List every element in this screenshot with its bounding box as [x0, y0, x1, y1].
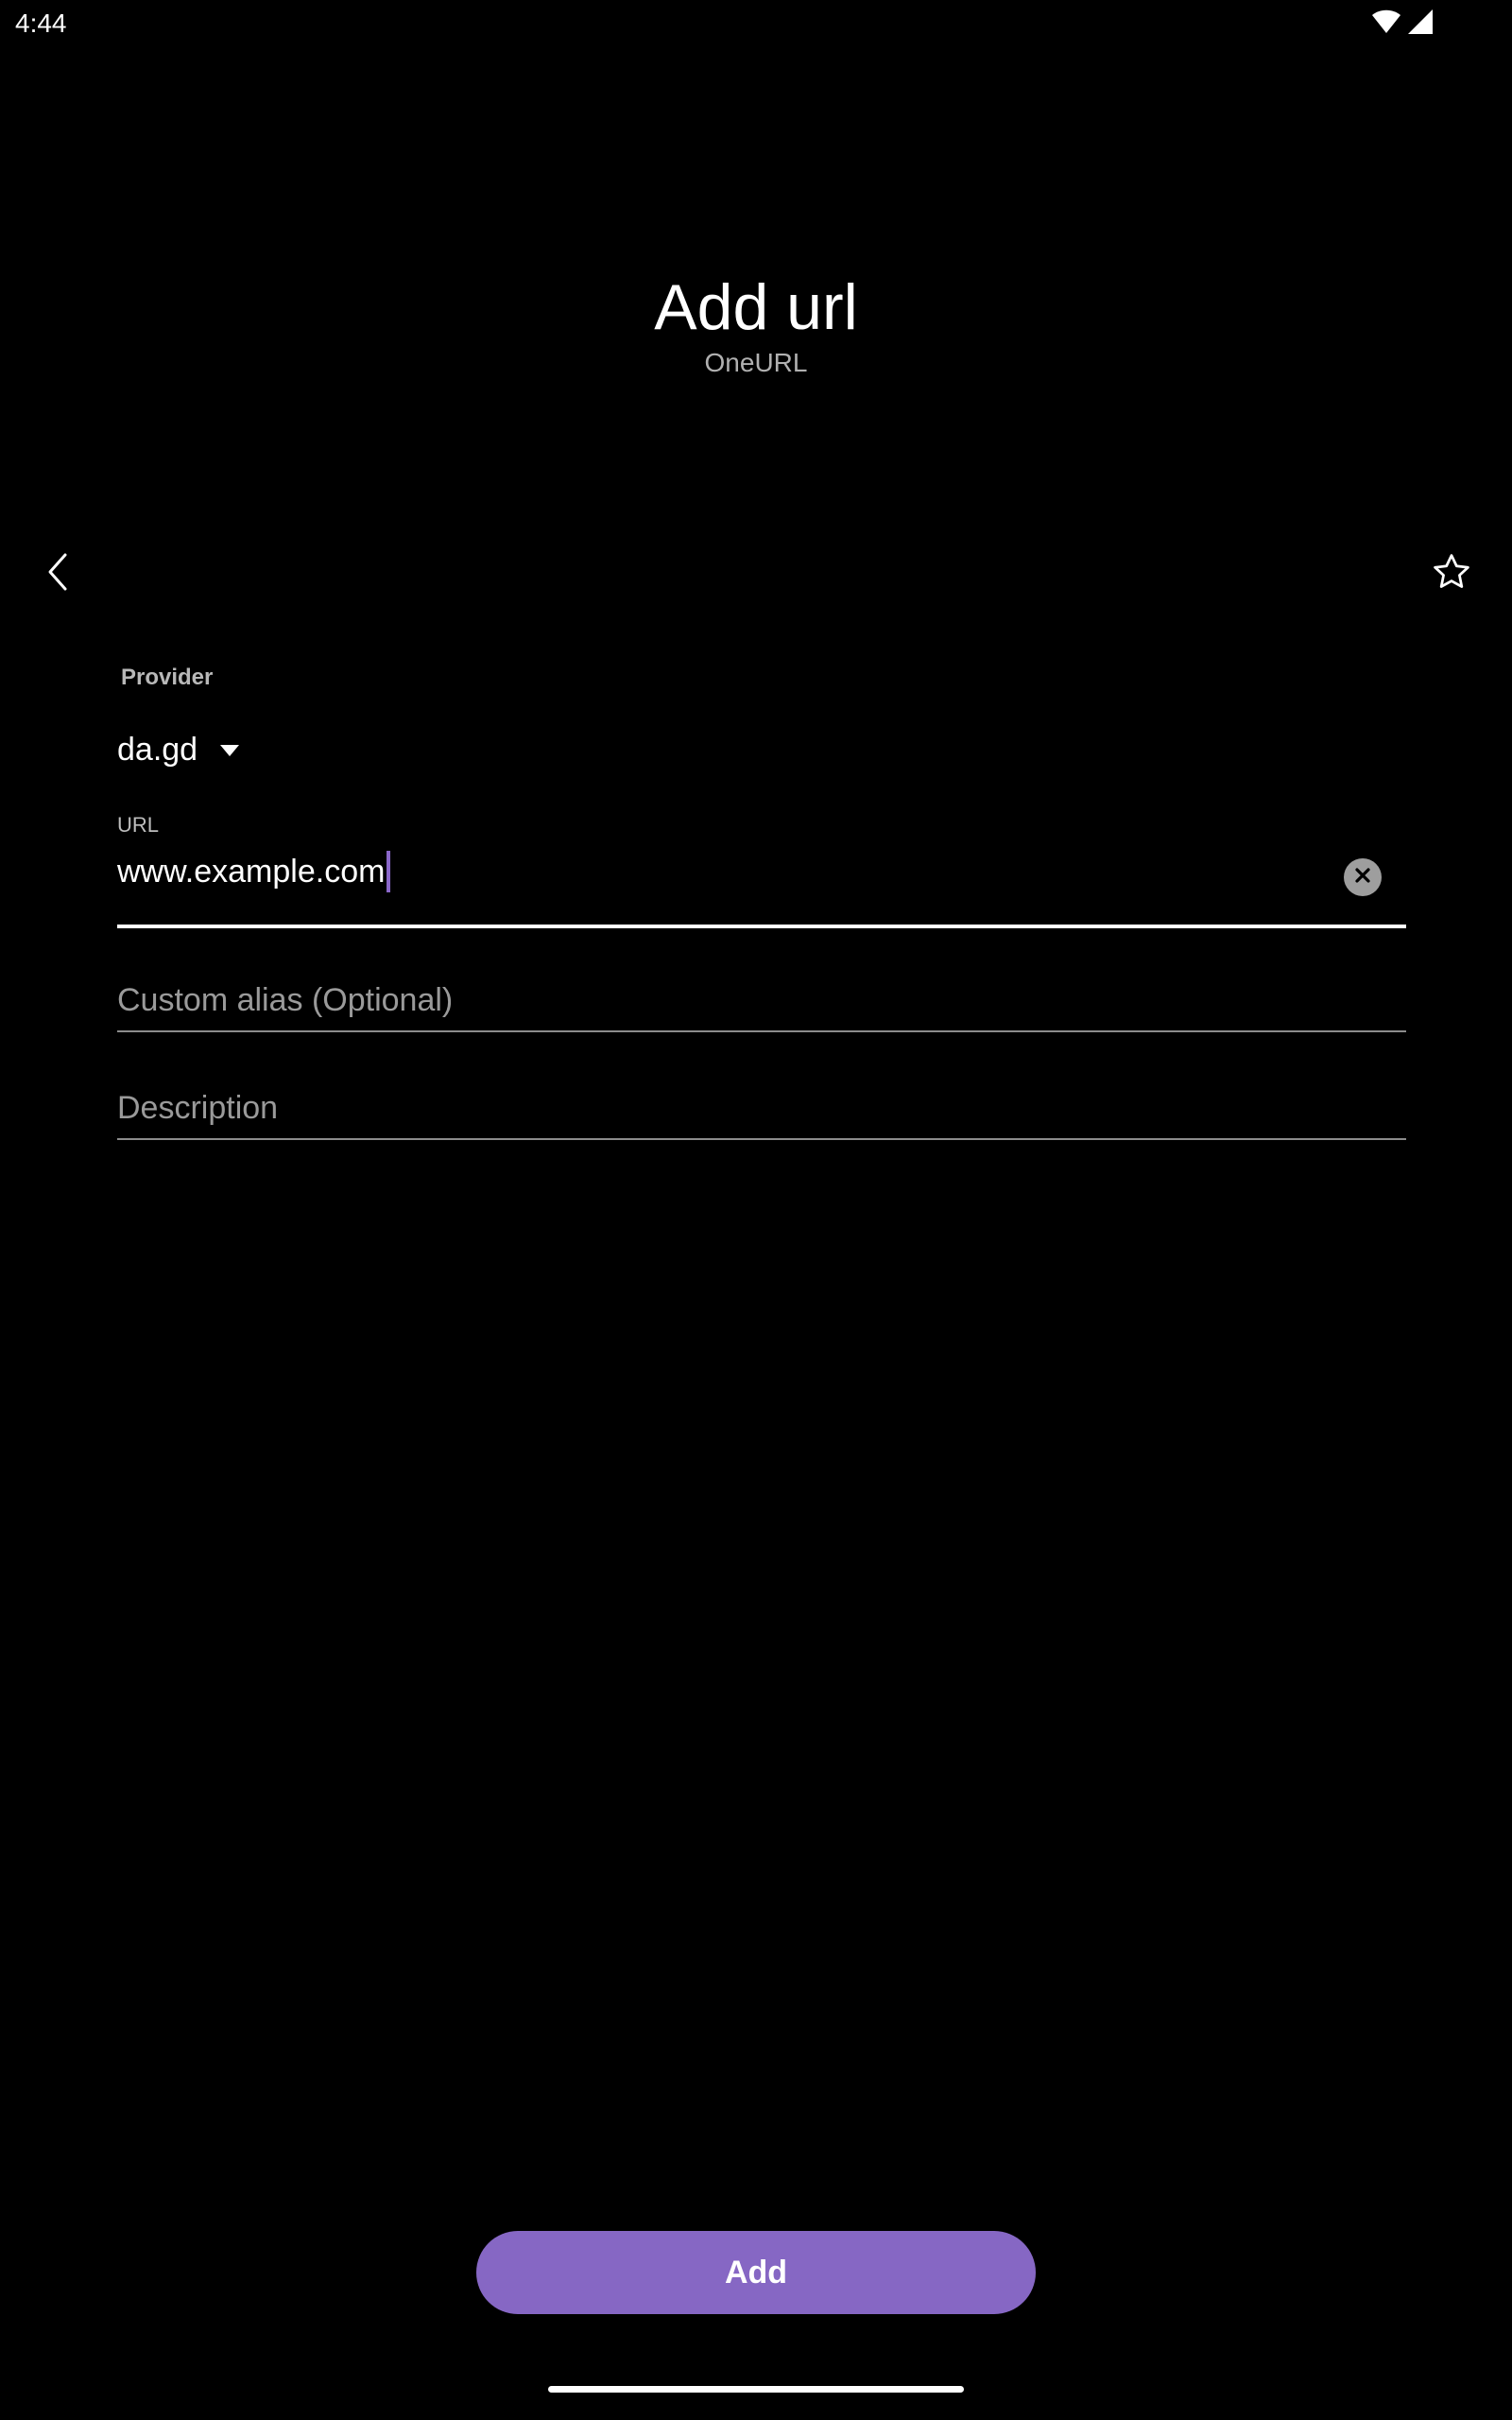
- wifi-icon: [1372, 9, 1400, 39]
- url-input[interactable]: www.example.com: [117, 847, 1406, 928]
- signal-icon: [1408, 9, 1433, 39]
- provider-label: Provider: [121, 665, 214, 690]
- status-icons: [1372, 9, 1433, 38]
- title-block: Add url OneURL: [0, 269, 1512, 379]
- provider-dropdown[interactable]: da.gd: [117, 726, 240, 773]
- custom-alias-placeholder: Custom alias (Optional): [117, 982, 454, 1018]
- favorite-button[interactable]: [1414, 536, 1489, 612]
- home-indicator[interactable]: [548, 2386, 964, 2393]
- url-input-value: www.example.com: [117, 854, 386, 890]
- chevron-left-icon: [44, 551, 73, 597]
- provider-selected-value: da.gd: [117, 732, 198, 768]
- url-input-value-wrap: www.example.com: [117, 851, 391, 892]
- url-label: URL: [117, 813, 160, 837]
- status-bar: 4:44: [0, 0, 1512, 47]
- description-input[interactable]: Description: [117, 1081, 1406, 1140]
- description-placeholder: Description: [117, 1090, 279, 1126]
- custom-alias-input[interactable]: Custom alias (Optional): [117, 974, 1406, 1032]
- clear-url-button[interactable]: [1344, 858, 1382, 896]
- dropdown-arrow-icon: [220, 745, 240, 756]
- close-icon: [1354, 867, 1371, 889]
- status-time: 4:44: [15, 9, 67, 38]
- star-outline-icon: [1431, 551, 1472, 597]
- back-button[interactable]: [21, 536, 96, 612]
- text-cursor: [387, 851, 391, 892]
- page-title: Add url: [654, 271, 858, 343]
- page-subtitle: OneURL: [704, 348, 808, 377]
- add-button[interactable]: Add: [476, 2231, 1036, 2314]
